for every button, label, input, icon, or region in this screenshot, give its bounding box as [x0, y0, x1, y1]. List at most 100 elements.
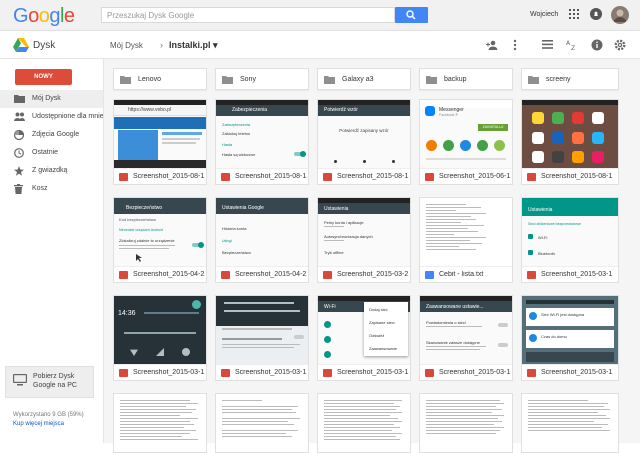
file-thumbnail: Zabezpieczenia Zabezpieczenia Zablokuj t…	[216, 100, 308, 168]
file-item[interactable]	[419, 393, 513, 453]
sidebar-item-recent[interactable]: Ostatnie	[0, 144, 103, 162]
file-thumbnail: https://www.vebo.pl	[114, 100, 206, 168]
share-add-person-icon[interactable]	[486, 40, 498, 50]
more-vert-icon[interactable]	[513, 39, 517, 51]
folder-icon	[324, 76, 335, 84]
file-item[interactable]: Zaawansowane ustawie... Powiadomienia o …	[419, 295, 513, 381]
svg-text:Z: Z	[571, 45, 575, 51]
apps-grid-icon[interactable]	[569, 9, 579, 19]
breadcrumb-current[interactable]: Instalki.pl ▾	[169, 40, 218, 51]
file-thumbnail: Zaawansowane ustawie... Powiadomienia o …	[420, 296, 512, 364]
cursor-icon	[136, 254, 142, 262]
folder-item[interactable]: backup	[419, 68, 513, 90]
folder-item[interactable]: Sony	[215, 68, 309, 90]
file-item[interactable]: Wi-Fi Dodaj sieć Zapisane sieci Odśwież …	[317, 295, 411, 381]
file-item[interactable]	[317, 393, 411, 453]
file-item[interactable]: Ustawienia Google Historia konta Usługi …	[215, 197, 309, 283]
notifications-icon[interactable]	[590, 8, 602, 20]
sidebar-item-photos[interactable]: Zdjęcia Google	[0, 126, 103, 144]
folder-item[interactable]: Lenovo	[113, 68, 207, 90]
file-item[interactable]	[113, 393, 207, 453]
info-icon[interactable]	[591, 39, 603, 51]
file-item[interactable]: Sieć Wi-Fi jest dostępna Czas do domu Sc…	[521, 295, 619, 381]
image-file-icon	[425, 173, 434, 181]
promo-label: Pobierz Dysk Google na PC	[33, 373, 77, 389]
search-icon	[406, 10, 416, 20]
image-file-icon	[119, 271, 128, 279]
file-thumbnail: Ustawienia Sieci zbliżeniowe bezprzewodo…	[522, 198, 618, 266]
file-grid: Lenovo Sony Galaxy a3 backup screeny htt…	[103, 59, 640, 453]
file-thumbnail: Sieć Wi-Fi jest dostępna Czas do domu	[522, 296, 618, 364]
drive-logo-icon[interactable]	[13, 38, 29, 52]
file-thumbnail: Potwierdź wzór Potwierdź zapisany wzór	[318, 100, 410, 168]
file-item[interactable]: Messenger Facebook ® ZAINSTALUJ Screensh…	[419, 99, 513, 185]
image-file-icon	[323, 173, 332, 181]
photos-icon	[14, 130, 24, 140]
file-thumbnail: 14:36	[114, 296, 206, 364]
storage-quota: Wykorzystano 9 GB (59%)	[13, 412, 84, 418]
file-item[interactable]: Potwierdź wzór Potwierdź zapisany wzór S…	[317, 99, 411, 185]
file-thumbnail	[114, 394, 206, 452]
image-file-icon	[527, 173, 536, 181]
file-item[interactable]: Ustawienia Sieci zbliżeniowe bezprzewodo…	[521, 197, 619, 283]
file-item[interactable]	[521, 393, 619, 453]
file-thumbnail	[522, 100, 618, 168]
file-item[interactable]: Bezpieczeństwo Kod bezpieczeństwa Menedż…	[113, 197, 207, 283]
file-item[interactable]: 14:36 Screenshot_2015-03-1...	[113, 295, 207, 381]
folder-icon	[426, 76, 437, 84]
sidebar: NOWY Mój Dysk Udostępnione dla mnie Zdję…	[0, 59, 104, 443]
sidebar-item-my-drive[interactable]: Mój Dysk	[0, 90, 103, 108]
breadcrumb-separator: ›	[160, 40, 163, 50]
file-item[interactable]: https://www.vebo.pl Screenshot_2015-08-1…	[113, 99, 207, 185]
file-item[interactable]: Screenshot_2015-03-1...	[215, 295, 309, 381]
file-thumbnail	[420, 394, 512, 452]
sidebar-item-starred[interactable]: Z gwiazdką	[0, 162, 103, 180]
file-thumbnail	[318, 394, 410, 452]
top-bar: Google Przeszukaj Dysk Google Wojciech	[0, 0, 640, 31]
search-input[interactable]: Przeszukaj Dysk Google	[101, 7, 395, 23]
people-icon	[14, 112, 25, 121]
drive-toolbar: Dysk Mój Dysk › Instalki.pl ▾ AZ	[0, 31, 640, 59]
computer-icon	[13, 374, 27, 386]
file-item[interactable]	[215, 393, 309, 453]
app-title: Dysk	[33, 40, 56, 51]
file-thumbnail: Wi-Fi Dodaj sieć Zapisane sieci Odśwież …	[318, 296, 410, 364]
file-item[interactable]: Ustawienia Pełny konta i aplikacje Autos…	[317, 197, 411, 283]
folder-icon	[222, 76, 233, 84]
download-drive-promo[interactable]: Pobierz Dysk Google na PC	[5, 366, 94, 398]
star-icon	[14, 166, 24, 176]
file-thumbnail	[216, 394, 308, 452]
sort-az-icon[interactable]: AZ	[566, 39, 578, 51]
google-logo[interactable]: Google	[13, 5, 75, 28]
breadcrumb-root[interactable]: Mój Dysk	[110, 41, 143, 50]
file-thumbnail	[522, 394, 618, 452]
file-item[interactable]: Cebit - lista.txt	[419, 197, 513, 283]
folder-icon	[120, 76, 131, 84]
file-thumbnail	[216, 296, 308, 364]
image-file-icon	[221, 369, 230, 377]
avatar[interactable]	[611, 6, 629, 24]
user-name[interactable]: Wojciech	[530, 11, 558, 18]
image-file-icon	[119, 369, 128, 377]
search-button[interactable]	[395, 7, 428, 23]
image-file-icon	[323, 271, 332, 279]
list-view-icon[interactable]	[542, 40, 553, 49]
file-thumbnail: Ustawienia Google Historia konta Usługi …	[216, 198, 308, 266]
image-file-icon	[527, 369, 536, 377]
overflow-menu: Dodaj sieć Zapisane sieci Odśwież Zaawan…	[364, 302, 408, 356]
file-item[interactable]: Zabezpieczenia Zabezpieczenia Zablokuj t…	[215, 99, 309, 185]
file-item[interactable]: Screenshot_2015-08-1...	[521, 99, 619, 185]
folder-icon	[14, 95, 25, 103]
file-thumbnail	[420, 198, 512, 266]
folder-item[interactable]: Galaxy a3	[317, 68, 411, 90]
sidebar-item-shared[interactable]: Udostępnione dla mnie	[0, 108, 104, 126]
image-file-icon	[221, 271, 230, 279]
trash-icon	[14, 184, 23, 194]
settings-gear-icon[interactable]	[614, 39, 626, 51]
buy-storage-link[interactable]: Kup więcej miejsca	[13, 421, 64, 427]
sidebar-item-trash[interactable]: Kosz	[0, 180, 103, 198]
text-file-icon	[425, 271, 434, 279]
new-button[interactable]: NOWY	[15, 69, 72, 85]
file-thumbnail: Ustawienia Pełny konta i aplikacje Autos…	[318, 198, 410, 266]
folder-item[interactable]: screeny	[521, 68, 619, 90]
